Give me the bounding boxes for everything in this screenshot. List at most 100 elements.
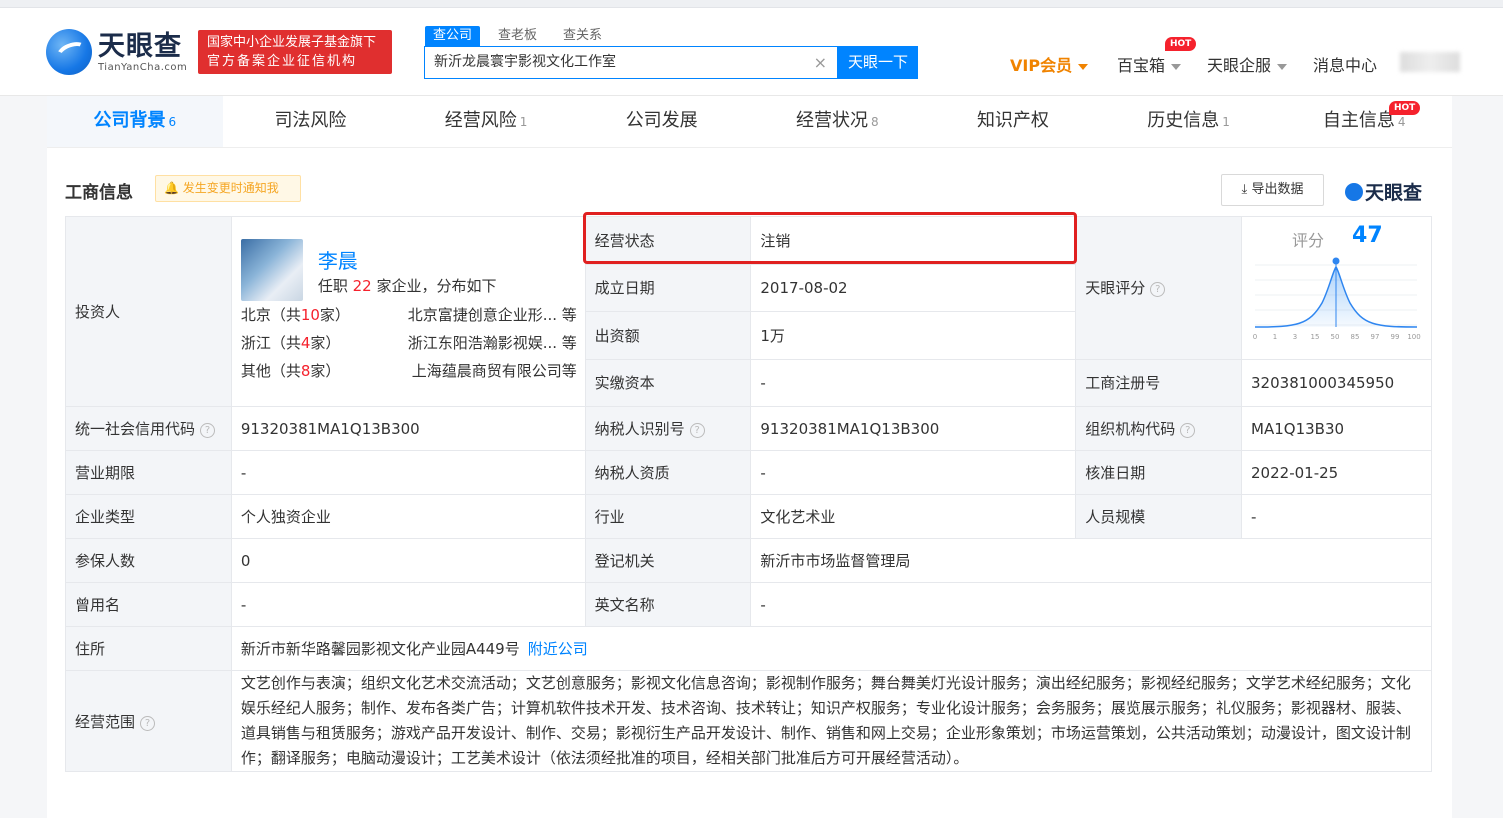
tab-ip[interactable]: 知识产权 <box>925 96 1101 147</box>
help-icon[interactable]: ? <box>140 715 156 731</box>
summary-pre: 任职 <box>317 277 353 295</box>
tax-id-label-text: 纳税人识别号 <box>594 420 685 438</box>
tick-label: 85 <box>1351 333 1360 341</box>
chevron-down-icon <box>1171 63 1182 70</box>
english-name-label: 英文名称 <box>584 582 752 627</box>
score-distribution-chart: 0 1 3 15 50 85 97 99 100 <box>1253 257 1421 341</box>
investor-region-row[interactable]: 其他（共8家） 上海蕴晨商贸有限公司等 <box>241 360 577 382</box>
score-cell: 评分 47 0 1 3 15 50 85 97 99 100 <box>1241 216 1432 360</box>
paid-capital-value: - <box>750 358 1077 407</box>
region-label: 浙江（共 <box>240 334 301 352</box>
credit-code-label: 统一社会信用代码? <box>65 406 232 451</box>
capital-value: 1万 <box>750 311 1077 360</box>
clear-icon[interactable]: × <box>814 47 827 78</box>
logo-icon <box>1345 183 1363 201</box>
summary-count: 22 <box>352 277 372 295</box>
org-code-label: 组织机构代码? <box>1075 406 1243 451</box>
tick-label: 99 <box>1391 333 1400 341</box>
logo-domain: TianYanCha.com <box>98 61 188 73</box>
vip-label: VIP会员 <box>1010 56 1073 75</box>
org-code-value: MA1Q13B30 <box>1241 406 1432 451</box>
address-value: 新沂市新华路馨园影视文化产业园A449号 <box>240 640 520 658</box>
nearby-companies-link[interactable]: 附近公司 <box>528 640 588 658</box>
capital-label: 出资额 <box>584 311 752 360</box>
help-icon[interactable]: ? <box>1150 282 1166 298</box>
vip-menu[interactable]: VIP会员 <box>1010 52 1089 76</box>
help-icon[interactable]: ? <box>1180 423 1196 438</box>
tick-label: 100 <box>1407 333 1420 341</box>
tab-label: 经营风险 <box>444 110 517 131</box>
help-icon[interactable]: ? <box>200 423 216 438</box>
investor-region-row[interactable]: 浙江（共4家） 浙江东阳浩瀚影视娱... 等 <box>241 332 577 354</box>
insured-value: 0 <box>230 538 586 583</box>
export-button[interactable]: ⤓ 导出数据 <box>1221 174 1324 206</box>
region-company: 浙江东阳浩瀚影视娱... 等 <box>407 334 577 352</box>
baobao-menu[interactable]: 百宝箱 <box>1117 52 1182 76</box>
address-label: 住所 <box>65 626 232 671</box>
investor-photo[interactable] <box>240 239 303 301</box>
search-type-tabs: 查公司 查老板 查关系 <box>425 26 620 46</box>
company-tabs: 公司背景 6 司法风险 经营风险 1 公司发展 经营状况 8 知识产权 历史信息 1 自… <box>47 96 1452 148</box>
tick-label: 15 <box>1311 333 1320 341</box>
tab-search-boss[interactable]: 查老板 <box>490 26 545 46</box>
investor-region-row[interactable]: 北京（共10家） 北京富捷创意企业形... 等 <box>241 304 577 326</box>
banner-line-2: 官方备案企业征信机构 <box>207 54 358 69</box>
notify-button[interactable]: 🔔 发生变更时通知我 <box>155 175 301 202</box>
download-icon: ⤓ <box>1241 182 1248 197</box>
approve-date-value: 2022-01-25 <box>1241 450 1432 495</box>
region-suffix: 家） <box>319 306 350 324</box>
search-input-value: 新沂龙晨寰宇影视文化工作室 <box>434 54 616 70</box>
business-term-value: - <box>230 450 586 495</box>
region-label: 北京（共 <box>240 306 301 324</box>
region-count: 10 <box>300 306 320 324</box>
tab-search-company[interactable]: 查公司 <box>425 26 481 46</box>
tab-history[interactable]: 历史信息 1 <box>1101 96 1277 147</box>
region-count: 8 <box>300 362 311 380</box>
english-name-value: - <box>750 582 1432 627</box>
scope-label: 经营范围? <box>65 670 232 772</box>
tab-search-relation[interactable]: 查关系 <box>555 26 610 46</box>
banner-line-1: 国家中小企业发展子基金旗下 <box>207 35 377 50</box>
message-center-link[interactable]: 消息中心 <box>1313 52 1377 76</box>
bell-icon: 🔔 <box>164 181 179 195</box>
help-icon[interactable]: ? <box>689 423 705 438</box>
investor-name[interactable]: 李晨 <box>318 245 358 274</box>
reg-number-value: 320381000345950 <box>1241 358 1432 407</box>
summary-post: 家企业，分布如下 <box>371 277 497 295</box>
region-label: 其他（共 <box>240 362 301 380</box>
staff-size-label: 人员规模 <box>1075 494 1243 539</box>
authority-value: 新沂市市场监督管理局 <box>750 538 1432 583</box>
tab-label: 自主信息 <box>1322 110 1395 131</box>
baobao-label: 百宝箱 <box>1117 56 1166 75</box>
brand-mark: 天眼查 <box>1345 178 1422 205</box>
found-date-value: 2017-08-02 <box>750 263 1077 312</box>
region-suffix: 家） <box>310 362 341 380</box>
tab-business-risk[interactable]: 经营风险 1 <box>398 96 574 147</box>
investor-summary: 任职 22 家企业，分布如下 <box>318 275 497 296</box>
industry-label: 行业 <box>584 494 752 539</box>
tick-label: 97 <box>1371 333 1380 341</box>
region-company: 北京富捷创意企业形... 等 <box>407 306 577 324</box>
official-banner: 国家中小企业发展子基金旗下 官方备案企业征信机构 <box>198 30 392 74</box>
tab-company-background[interactable]: 公司背景 6 <box>47 96 223 147</box>
tab-company-development[interactable]: 公司发展 <box>574 96 750 147</box>
qifu-menu[interactable]: 天眼企服 <box>1207 52 1288 76</box>
top-header: 天眼查 TianYanCha.com 国家中小企业发展子基金旗下 官方备案企业征… <box>0 0 1503 96</box>
tab-label: 司法风险 <box>274 110 347 131</box>
region-company: 上海蕴晨商贸有限公司等 <box>411 362 577 380</box>
tab-self-info[interactable]: 自主信息 4 <box>1276 96 1452 147</box>
company-card: 公司背景 6 司法风险 经营风险 1 公司发展 经营状况 8 知识产权 历史信息 1 自… <box>47 96 1452 818</box>
address-cell: 新沂市新华路馨园影视文化产业园A449号 附近公司 <box>230 626 1433 671</box>
search-input[interactable]: 新沂龙晨寰宇影视文化工作室 × <box>424 46 838 79</box>
search-button[interactable]: 天眼一下 <box>838 46 918 79</box>
org-code-label-text: 组织机构代码 <box>1085 420 1176 438</box>
tab-count: 4 <box>1397 115 1406 129</box>
tab-judicial-risk[interactable]: 司法风险 <box>223 96 399 147</box>
avatar[interactable] <box>1400 52 1460 72</box>
tab-business-status[interactable]: 经营状况 8 <box>750 96 926 147</box>
approve-date-label: 核准日期 <box>1075 450 1243 495</box>
insured-label: 参保人数 <box>65 538 232 583</box>
business-info-table: 投资人 李晨 任职 22 家企业，分布如下 北京（共10家） 北京富捷创意企业形.… <box>65 216 1433 772</box>
site-logo[interactable]: 天眼查 TianYanCha.com <box>46 28 187 76</box>
tab-label: 知识产权 <box>976 110 1049 131</box>
